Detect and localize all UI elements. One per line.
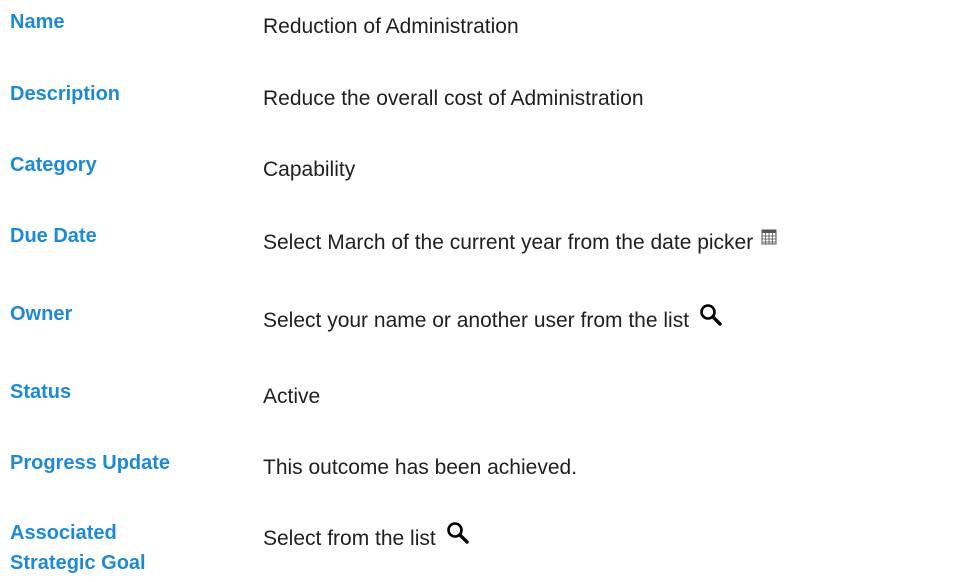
name-label: Name	[10, 11, 65, 33]
category-label: Category	[10, 154, 97, 176]
progress-update-value-text: This outcome has been achieved.	[263, 456, 578, 479]
status-value[interactable]: Active	[263, 382, 320, 412]
associated-strategic-goal-label: Associated Strategic Goal	[10, 522, 146, 574]
due-date-value-text: Select March of the current year from th…	[263, 231, 754, 254]
due-date-value[interactable]: Select March of the current year from th…	[263, 228, 777, 258]
status-label: Status	[10, 381, 72, 403]
category-value-text: Capability	[263, 158, 356, 181]
progress-update-label: Progress Update	[10, 452, 171, 474]
calendar-icon[interactable]	[761, 229, 777, 245]
description-label: Description	[10, 83, 121, 105]
name-value-text: Reduction of Administration	[263, 15, 519, 38]
search-icon[interactable]	[699, 303, 723, 327]
search-icon[interactable]	[446, 521, 470, 545]
description-value[interactable]: Reduce the overall cost of Administratio…	[263, 84, 644, 114]
description-value-text: Reduce the overall cost of Administratio…	[263, 87, 644, 110]
category-value[interactable]: Capability	[263, 155, 355, 185]
outcome-form: Name Reduction of Administration Descrip…	[0, 0, 955, 582]
owner-value-text: Select your name or another user from th…	[263, 309, 690, 332]
progress-update-value[interactable]: This outcome has been achieved.	[263, 453, 577, 483]
name-value[interactable]: Reduction of Administration	[263, 12, 519, 42]
status-value-text: Active	[263, 385, 321, 408]
due-date-label: Due Date	[10, 225, 97, 247]
owner-value[interactable]: Select your name or another user from th…	[263, 303, 723, 336]
owner-label: Owner	[10, 303, 73, 325]
associated-strategic-goal-value-text: Select from the list	[263, 527, 436, 550]
associated-strategic-goal-value[interactable]: Select from the list	[263, 521, 470, 554]
